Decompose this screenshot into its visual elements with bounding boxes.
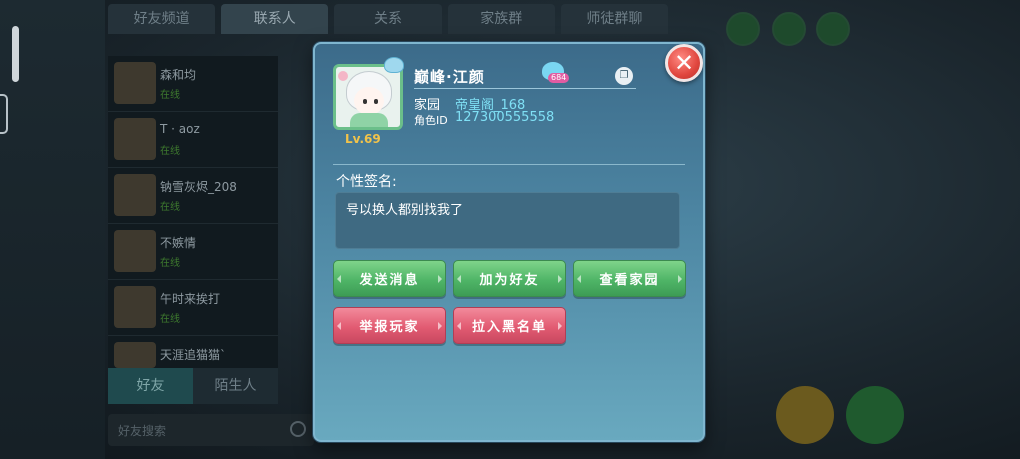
horn-icon[interactable] <box>846 386 904 444</box>
home-label: 家园 <box>414 98 441 113</box>
avatar <box>114 174 156 216</box>
avatar <box>114 118 156 160</box>
list-item[interactable]: T · aoz 在线 <box>108 112 278 168</box>
contact-status: 在线 <box>160 90 180 101</box>
avatar <box>114 286 156 328</box>
drop-icon[interactable] <box>816 12 850 46</box>
list-item[interactable]: 午时来挨打 在线 <box>108 280 278 336</box>
side-collapse-tab[interactable] <box>0 94 8 134</box>
contact-status: 在线 <box>160 146 180 157</box>
button-decoration <box>457 322 461 330</box>
megaphone-icon[interactable] <box>776 386 834 444</box>
contact-name: 天涯追猫猫` <box>160 348 227 362</box>
avatar <box>114 230 156 272</box>
avatar <box>114 62 156 104</box>
button-decoration <box>337 322 341 330</box>
button-decoration <box>558 275 562 283</box>
scroll-thumb[interactable] <box>12 26 19 82</box>
divider <box>414 88 636 89</box>
contact-status: 在线 <box>160 202 180 213</box>
send-message-button[interactable]: 发送消息 <box>333 260 446 297</box>
heart-icon: 684 <box>540 60 570 84</box>
view-home-button[interactable]: 查看家园 <box>573 260 686 297</box>
share-icon[interactable] <box>772 12 806 46</box>
tab-strangers[interactable]: 陌生人 <box>193 368 278 404</box>
tab-friends[interactable]: 好友 <box>108 368 193 404</box>
report-player-label: 举报玩家 <box>359 320 420 335</box>
avatar-body <box>350 113 388 127</box>
friend-type-tabs: 好友 陌生人 <box>108 368 278 404</box>
close-icon[interactable]: ✕ <box>665 44 703 82</box>
player-level: Lv.69 <box>345 132 381 146</box>
button-decoration <box>337 275 341 283</box>
send-message-label: 发送消息 <box>359 273 420 288</box>
tab-family-group[interactable]: 家族群 <box>447 4 555 34</box>
button-decoration <box>678 275 682 283</box>
player-name: 巅峰·江颜 <box>414 68 485 86</box>
avatar-face <box>354 87 384 115</box>
search-input[interactable]: 好友搜索 <box>108 414 314 446</box>
avatar[interactable] <box>333 64 403 130</box>
heart-icon[interactable] <box>726 12 760 46</box>
button-decoration <box>438 275 442 283</box>
avatar-eye <box>374 99 378 104</box>
button-decoration <box>457 275 461 283</box>
button-decoration <box>577 275 581 283</box>
signature-text: 号以换人都别找我了 <box>346 203 464 218</box>
add-friend-label: 加为好友 <box>479 273 540 288</box>
contact-list: 森和均 在线 T · aoz 在线 钠雪灰烬_208 在线 不嫉情 在线 午时来… <box>108 56 278 368</box>
avatar <box>114 342 156 368</box>
tab-friend-channel[interactable]: 好友频道 <box>108 4 216 34</box>
contact-name: 不嫉情 <box>160 236 197 250</box>
list-item[interactable]: 钠雪灰烬_208 在线 <box>108 168 278 224</box>
search-placeholder: 好友搜索 <box>118 424 167 438</box>
copy-icon[interactable]: ❐ <box>615 67 633 85</box>
contact-status: 在线 <box>160 258 180 269</box>
view-home-label: 查看家园 <box>599 273 660 288</box>
contact-name: 钠雪灰烬_208 <box>160 180 237 194</box>
flower-icon <box>338 71 348 81</box>
signature-box: 号以换人都别找我了 <box>335 192 680 249</box>
divider <box>333 164 685 165</box>
signature-title: 个性签名: <box>336 174 397 190</box>
add-friend-button[interactable]: 加为好友 <box>453 260 566 297</box>
list-item[interactable]: 森和均 在线 <box>108 56 278 112</box>
tab-mentor-chat[interactable]: 师徒群聊 <box>560 4 669 34</box>
bird-icon <box>384 57 404 73</box>
tab-relations[interactable]: 关系 <box>334 4 442 34</box>
contact-name: 森和均 <box>160 68 197 82</box>
contact-name: T · aoz <box>160 122 200 136</box>
contact-name: 午时来挨打 <box>160 292 221 306</box>
tab-contacts[interactable]: 联系人 <box>221 4 329 34</box>
search-icon[interactable] <box>290 421 306 437</box>
blacklist-button[interactable]: 拉入黑名单 <box>453 307 566 344</box>
list-item[interactable]: 不嫉情 在线 <box>108 224 278 280</box>
background-tabs: 好友频道 联系人 关系 家族群 师徒群聊 <box>108 4 669 34</box>
role-id-label: 角色ID <box>414 114 448 127</box>
heart-count: 684 <box>548 73 570 83</box>
avatar-eye <box>363 99 367 104</box>
blacklist-label: 拉入黑名单 <box>471 320 547 335</box>
role-id-value: 127300555558 <box>455 110 555 125</box>
list-item[interactable]: 天涯追猫猫` <box>108 336 278 368</box>
report-player-button[interactable]: 举报玩家 <box>333 307 446 344</box>
button-decoration <box>438 322 442 330</box>
contact-status: 在线 <box>160 314 180 325</box>
button-decoration <box>558 322 562 330</box>
